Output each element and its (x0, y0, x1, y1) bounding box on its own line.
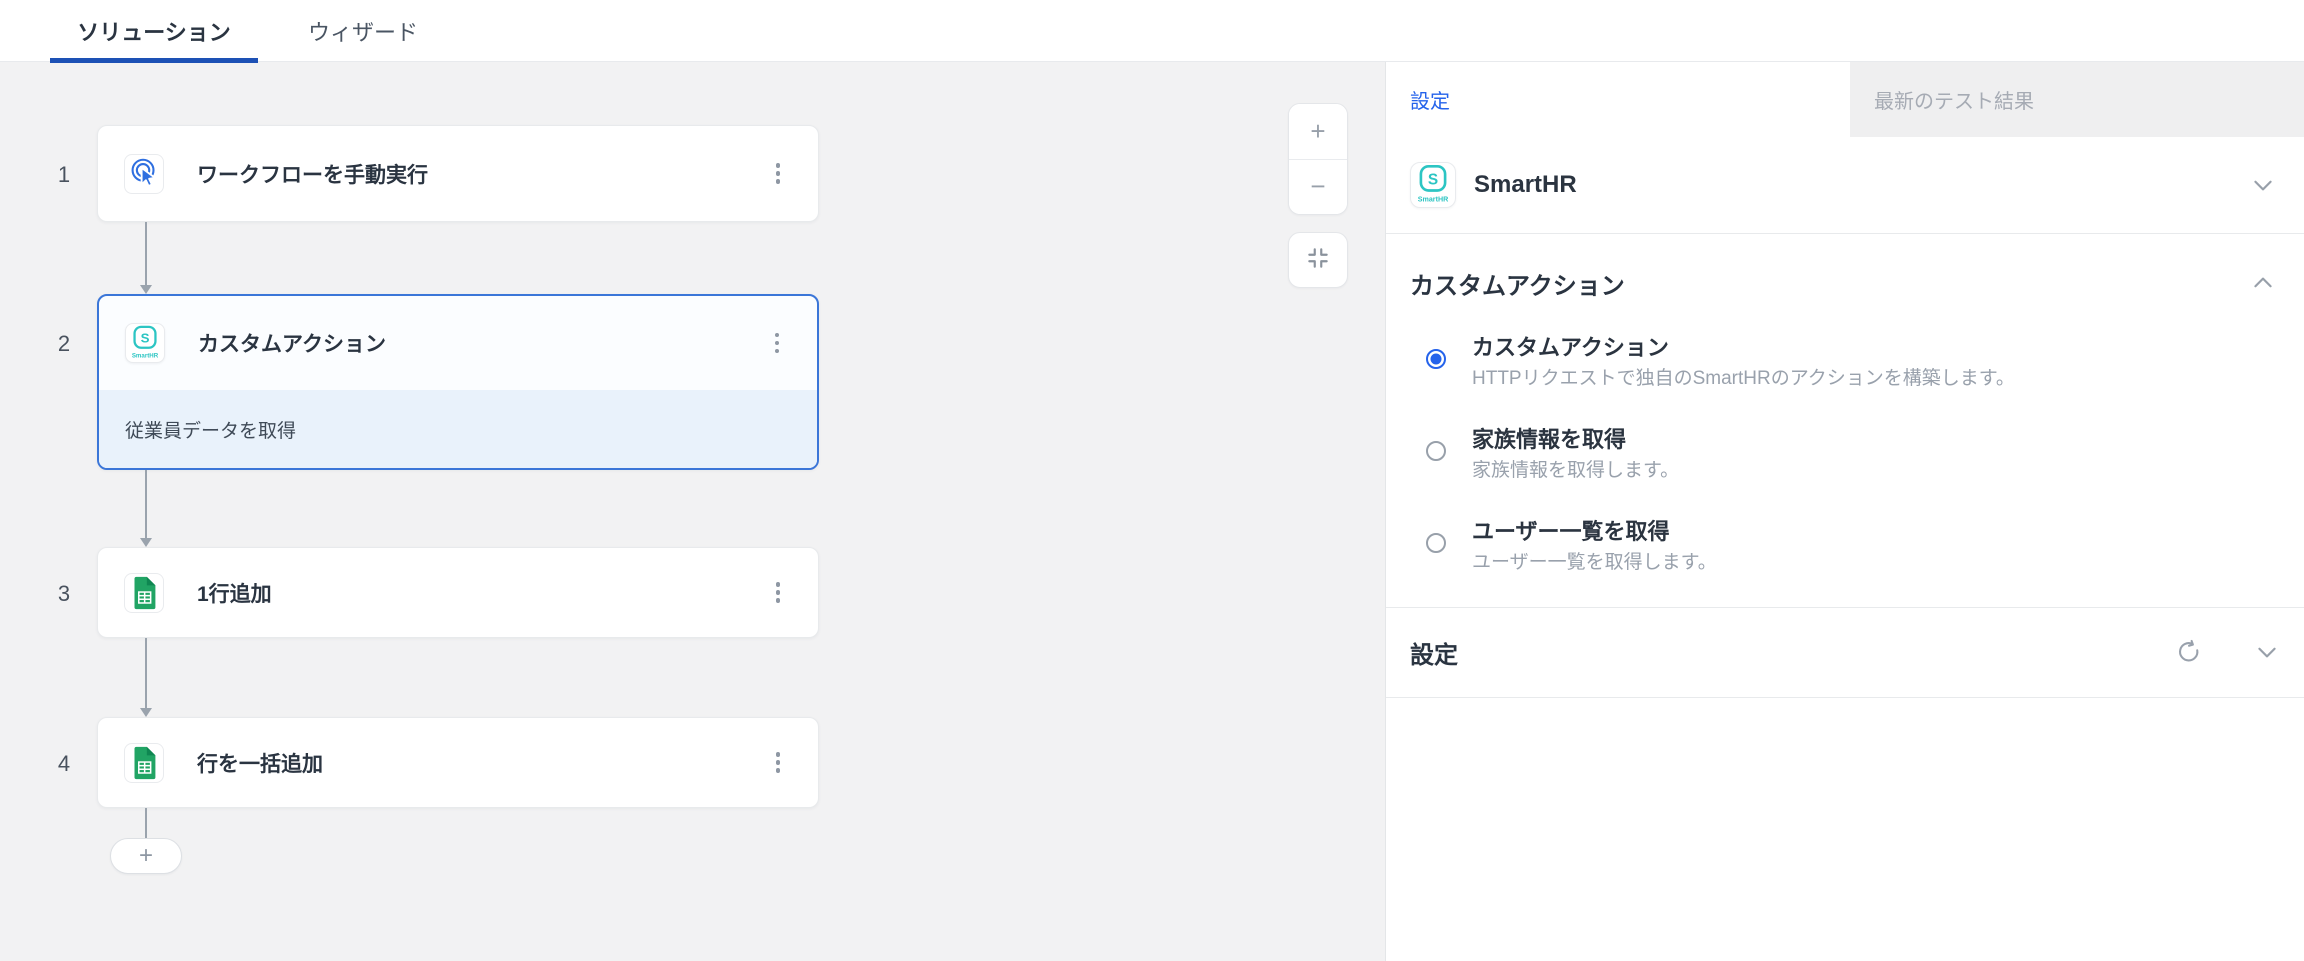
action-option-get-family-info[interactable]: 家族情報を取得 家族情報を取得します。 (1426, 425, 2256, 485)
radio-unselected-icon[interactable] (1426, 533, 1446, 553)
custom-action-section-header[interactable]: カスタムアクション (1386, 233, 2304, 333)
settings-panel: 設定 最新のテスト結果 S SmartHR SmartHR カスタムアクション … (1386, 62, 2304, 961)
zoom-controls: + − (1288, 103, 1348, 215)
top-header: ソリューション ウィザード (0, 0, 2304, 62)
smarthr-app-icon: S SmartHR (1410, 162, 1456, 208)
zoom-in-button[interactable]: + (1289, 104, 1347, 159)
panel-tab-settings[interactable]: 設定 (1386, 62, 1850, 137)
option-title: 家族情報を取得 (1472, 425, 1679, 455)
zoom-out-button[interactable]: − (1289, 159, 1347, 215)
step-4-menu-kebab-icon[interactable] (764, 743, 792, 783)
chevron-down-icon[interactable] (2250, 172, 2276, 198)
divider (1386, 697, 2304, 698)
app-name: SmartHR (1474, 171, 1577, 199)
tab-solution[interactable]: ソリューション (50, 0, 258, 62)
connector-arrow (145, 638, 147, 708)
add-step-button[interactable]: + (110, 838, 182, 874)
active-tab-underline (50, 58, 258, 63)
step-1-menu-kebab-icon[interactable] (764, 154, 792, 194)
step-card-add-row[interactable]: 1行追加 (97, 547, 819, 638)
manual-run-click-icon (124, 154, 164, 194)
refresh-icon[interactable] (2176, 639, 2202, 665)
step-2-subtitle: 従業員データを取得 (99, 390, 817, 468)
option-title: ユーザー一覧を取得 (1472, 517, 1717, 547)
svg-text:SmartHR: SmartHR (1418, 196, 1449, 204)
option-title: カスタムアクション (1472, 333, 2015, 363)
option-description: HTTPリクエストで独自のSmartHRのアクションを構築します。 (1472, 365, 2015, 393)
connector-arrow (145, 222, 147, 285)
chevron-up-icon[interactable] (2250, 270, 2276, 296)
step-3-title: 1行追加 (197, 578, 272, 608)
tab-wizard-label: ウィザード (308, 15, 418, 47)
step-card-custom-action[interactable]: S SmartHR カスタムアクション 従業員データを取得 (97, 294, 819, 470)
panel-tab-bar: 設定 最新のテスト結果 (1386, 62, 2304, 137)
app-selector-row[interactable]: S SmartHR SmartHR (1386, 137, 2304, 233)
google-sheets-icon (124, 573, 164, 613)
tab-solution-label: ソリューション (77, 15, 231, 47)
step-1-title: ワークフローを手動実行 (197, 159, 428, 189)
step-2-menu-kebab-icon[interactable] (763, 323, 791, 363)
workflow-canvas[interactable]: 1 2 3 4 ワークフローを手動実行 S SmartHR (0, 62, 1386, 961)
custom-action-section-title: カスタムアクション (1410, 266, 1625, 301)
connector-line (145, 808, 147, 838)
action-option-get-user-list[interactable]: ユーザー一覧を取得 ユーザー一覧を取得します。 (1426, 517, 2256, 577)
radio-unselected-icon[interactable] (1426, 441, 1446, 461)
step-2-number: 2 (44, 331, 84, 357)
panel-tab-settings-label: 設定 (1410, 85, 1450, 114)
minus-icon: − (1310, 171, 1325, 202)
option-description: ユーザー一覧を取得します。 (1472, 549, 1717, 577)
plus-icon: + (139, 842, 153, 870)
step-3-number: 3 (44, 581, 84, 607)
panel-tab-latest-test-result-label: 最新のテスト結果 (1874, 85, 2034, 114)
chevron-down-icon[interactable] (2254, 639, 2280, 665)
step-4-title: 行を一括追加 (197, 748, 323, 778)
action-option-custom-action[interactable]: カスタムアクション HTTPリクエストで独自のSmartHRのアクションを構築し… (1426, 333, 2256, 393)
svg-text:S: S (141, 331, 150, 346)
plus-icon: + (1310, 116, 1325, 147)
fit-to-screen-button[interactable] (1288, 232, 1348, 288)
connector-arrow (145, 470, 147, 538)
step-4-number: 4 (44, 751, 84, 777)
google-sheets-icon (124, 743, 164, 783)
smarthr-app-icon: S SmartHR (125, 323, 165, 363)
tab-wizard[interactable]: ウィザード (308, 0, 418, 62)
settings-section-header[interactable]: 設定 (1386, 607, 2304, 697)
step-card-bulk-add-rows[interactable]: 行を一括追加 (97, 717, 819, 808)
step-card-manual-run[interactable]: ワークフローを手動実行 (97, 125, 819, 222)
svg-text:SmartHR: SmartHR (132, 352, 159, 359)
svg-text:S: S (1428, 171, 1438, 188)
panel-tab-latest-test-result[interactable]: 最新のテスト結果 (1850, 62, 2304, 137)
step-2-title: カスタムアクション (198, 328, 386, 358)
collapse-fit-icon (1305, 245, 1331, 276)
radio-selected-icon[interactable] (1426, 349, 1446, 369)
step-1-number: 1 (44, 162, 84, 188)
option-description: 家族情報を取得します。 (1472, 457, 1679, 485)
step-3-menu-kebab-icon[interactable] (764, 573, 792, 613)
settings-section-title: 設定 (1410, 635, 1458, 670)
